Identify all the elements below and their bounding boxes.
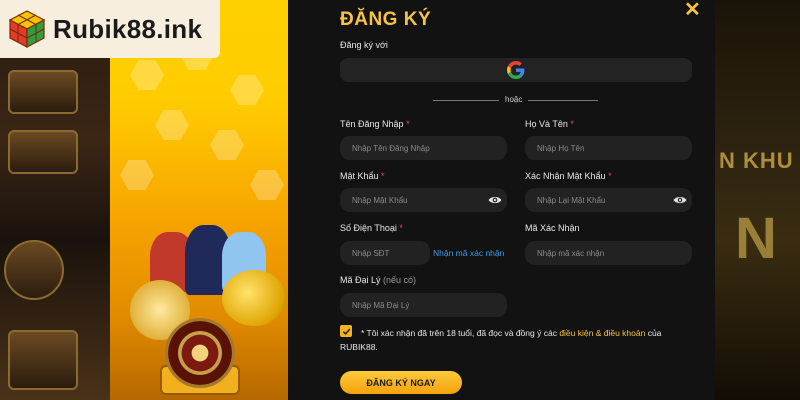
slot-machine-image bbox=[8, 330, 78, 390]
or-separator: hoặc bbox=[505, 95, 523, 104]
phone-input[interactable] bbox=[340, 241, 430, 265]
casino-background-right: N KHU N bbox=[715, 0, 800, 400]
terms-link[interactable]: điều kiện & điều khoản bbox=[559, 328, 645, 338]
verification-code-input[interactable] bbox=[525, 241, 692, 265]
show-confirm-password-icon[interactable] bbox=[673, 195, 687, 205]
background-banner-letter: N bbox=[735, 206, 777, 271]
register-with-label: Đăng ký với bbox=[340, 40, 388, 50]
slot-reel-image bbox=[8, 130, 78, 174]
register-now-button[interactable]: ĐĂNG KÝ NGAY bbox=[340, 371, 462, 394]
registration-page: N KHU N ik88 bbox=[0, 0, 800, 400]
golden-fish-image bbox=[222, 270, 286, 326]
roulette-wheel-image bbox=[4, 240, 64, 300]
fullname-input[interactable] bbox=[525, 136, 692, 160]
roulette-image bbox=[165, 318, 235, 388]
password-input[interactable] bbox=[340, 188, 507, 212]
password-label: Mật Khẩu * bbox=[340, 171, 385, 181]
get-verification-code-link[interactable]: Nhận mã xác nhận bbox=[433, 248, 504, 258]
divider-left bbox=[433, 100, 499, 101]
rubik-cube-icon bbox=[7, 9, 47, 49]
confirm-password-input[interactable] bbox=[525, 188, 692, 212]
form-title: ĐĂNG KÝ bbox=[340, 9, 432, 30]
close-icon[interactable]: ✕ bbox=[684, 0, 701, 22]
phone-label: Số Điện Thoại * bbox=[340, 223, 403, 233]
username-label: Tên Đăng Nhập * bbox=[340, 119, 410, 129]
google-icon bbox=[507, 61, 525, 79]
divider-right bbox=[528, 100, 598, 101]
confirm-password-label: Xác Nhận Mật Khẩu * bbox=[525, 171, 612, 181]
agent-code-input[interactable] bbox=[340, 293, 507, 317]
verification-code-label: Mã Xác Nhận bbox=[525, 223, 580, 233]
logo-text: Rubik88.ink bbox=[53, 13, 203, 44]
registration-form: ĐĂNG KÝ ✕ Đăng ký với hoặc Tên Đăng Nhập… bbox=[288, 0, 715, 400]
site-logo[interactable]: Rubik88.ink bbox=[0, 0, 220, 58]
casino-background-left bbox=[0, 0, 110, 400]
google-signup-button[interactable] bbox=[340, 58, 692, 82]
fullname-label: Họ Và Tên * bbox=[525, 119, 574, 129]
background-banner-text: N KHU bbox=[719, 148, 794, 173]
username-input[interactable] bbox=[340, 136, 507, 160]
agent-code-label: Mã Đại Lý (nếu có) bbox=[340, 275, 417, 285]
slot-reel-image bbox=[8, 70, 78, 114]
agreement-text: * Tôi xác nhận đã trên 18 tuổi, đã đọc v… bbox=[340, 328, 662, 352]
show-password-icon[interactable] bbox=[488, 195, 502, 205]
